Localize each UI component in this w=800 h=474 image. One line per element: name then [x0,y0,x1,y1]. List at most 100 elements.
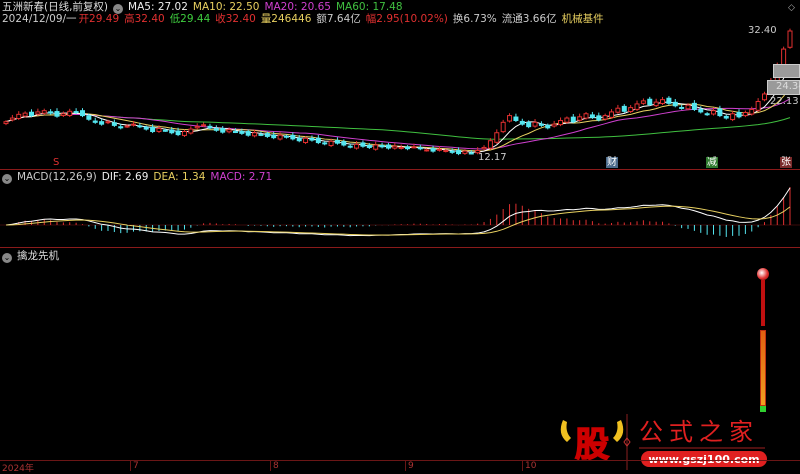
candle-body [500,121,506,133]
ma10-line [5,87,791,152]
chevron-down-icon[interactable]: ⌄ [2,253,12,263]
candle-body [456,150,462,155]
candle-body [411,146,417,149]
candle-body [22,112,28,117]
price-label-mid2: 22.13 [770,96,799,107]
candle-body [67,110,73,117]
candle-body [519,120,525,125]
candle-body [762,93,768,101]
candle-body [481,146,487,150]
candle-body [634,103,640,110]
candle-body [385,144,391,149]
gauge-ball [757,268,769,280]
candle-body [379,144,385,148]
signal-s[interactable]: S [52,157,60,168]
candle-body [698,108,704,113]
candle-body [150,126,156,133]
candle-body [130,123,136,126]
signal-rise[interactable]: 张 [780,157,792,168]
macd-dif: DIF: 2.69 [101,171,149,183]
candle-body [621,105,627,112]
candle-body [290,134,296,140]
axis-label-sep: 9 [405,461,414,471]
gauge-stem [761,280,765,326]
candle-body [341,141,347,146]
candle-body [602,115,608,120]
candle-body [564,117,570,123]
candle-body [717,108,723,117]
candle-body [583,113,589,119]
candle-body [188,128,194,134]
candle-body [596,115,602,121]
candle-body [398,146,404,149]
candle-body [303,137,309,144]
candle-body [328,140,334,147]
candle-body [532,121,538,127]
axis-label-aug: 8 [270,461,279,471]
price-label-low: 12.17 [478,152,507,163]
candle-body [366,144,372,148]
ma5-line [5,63,791,153]
candle-body [487,140,493,149]
dea-line [5,205,791,236]
candle-body [507,115,513,122]
candle-body [283,135,289,138]
ma60-line [5,113,791,140]
candle-body [79,110,85,117]
candlestick-chart[interactable] [0,0,800,170]
candle-body [245,131,251,136]
candle-body [468,152,474,155]
macd-chart[interactable] [0,183,800,247]
candle-body [570,116,576,123]
indicator-title[interactable]: 擒龙先机 [17,250,59,262]
candle-body [424,149,430,152]
price-label-mid1: 24.34 [776,81,800,92]
candle-body [672,101,678,107]
candle-body [264,133,270,137]
candle-body [787,30,793,48]
candle-body [691,102,697,110]
ma20-line [5,98,791,150]
price-label-high: 32.40 [748,25,777,36]
candle-body [723,115,729,119]
candle-body [137,125,143,128]
svg-text:公式之家: 公式之家 [639,418,759,446]
candle-body [711,110,717,115]
panel-divider[interactable] [0,247,800,248]
indicator-gauge [757,268,769,414]
candle-body [207,125,213,129]
axis-label-year: 2024年 [2,464,34,474]
macd-title[interactable]: MACD(12,26,9) [17,171,97,183]
candle-body [666,97,672,104]
candle-body [449,150,455,153]
candle-body [373,144,379,150]
candle-body [742,112,748,117]
candle-body [309,137,315,141]
candle-body [86,115,92,120]
candle-body [354,143,360,149]
signal-reduce[interactable]: 减 [706,157,718,168]
candle-body [653,101,659,107]
time-axis[interactable]: 2024年 7 8 9 10 [0,460,800,474]
price-box-1 [773,64,800,78]
candle-body [334,140,340,144]
candle-body [609,111,615,118]
candle-body [443,150,449,153]
panel-divider[interactable] [0,169,800,170]
candle-body [730,113,736,121]
candle-body [640,100,646,104]
candle-body [41,110,47,114]
candle-body [124,125,130,128]
candle-body [277,134,283,140]
candle-body [296,137,302,142]
candle-body [105,121,111,124]
candle-body [48,111,54,114]
svg-text:股: 股 [575,425,609,465]
candle-body [92,120,98,123]
candle-body [405,146,411,150]
candle-body [749,108,755,115]
candle-body [526,121,532,128]
candle-body [494,132,500,143]
signal-financial[interactable]: 财 [606,157,618,168]
candle-body [513,116,519,121]
